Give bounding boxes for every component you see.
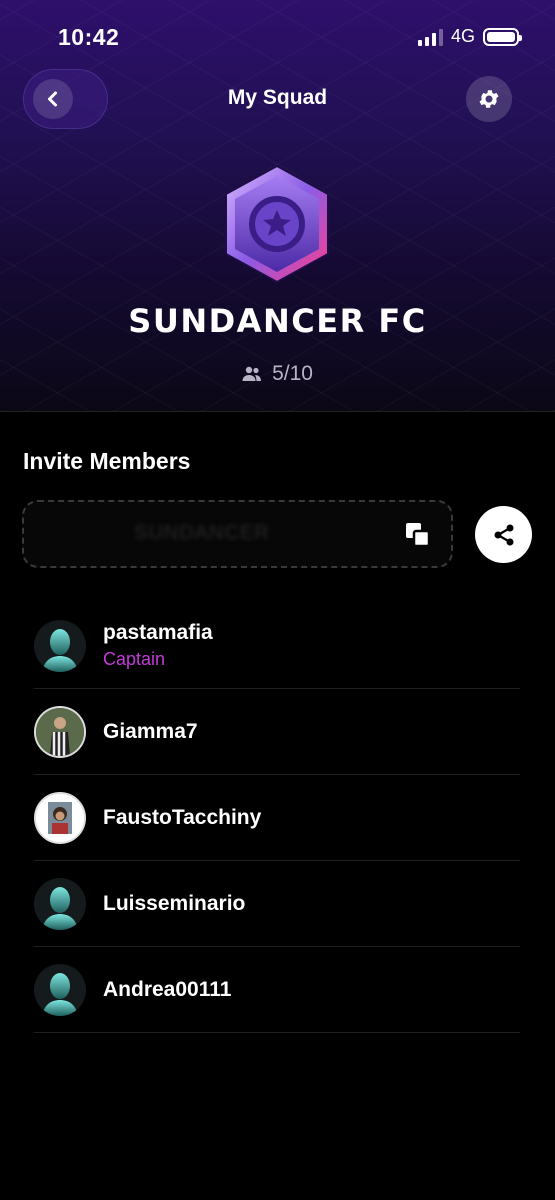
- gear-icon: [479, 90, 499, 108]
- member-count-value: 5/10: [272, 362, 313, 385]
- list-item[interactable]: Giamma7: [34, 689, 520, 775]
- list-item[interactable]: Andrea00111: [34, 947, 520, 1033]
- copy-icon[interactable]: [405, 522, 431, 548]
- member-name: FaustoTacchiny: [103, 805, 262, 829]
- default-avatar-icon: [42, 972, 78, 1016]
- member-name: Luisseminario: [103, 891, 246, 915]
- user-photo-icon: [36, 707, 84, 756]
- squad-name: SUNDANCER FC: [128, 302, 427, 340]
- share-button[interactable]: [475, 506, 532, 563]
- share-icon: [494, 524, 513, 545]
- battery-icon: [483, 27, 522, 46]
- default-avatar-icon: [42, 886, 78, 930]
- avatar: [34, 705, 86, 758]
- member-name: Giamma7: [103, 719, 198, 743]
- squad-header: 10:42 4G My Squad SUNDANCER FC 5/10: [0, 0, 555, 412]
- default-avatar-icon: [42, 628, 78, 672]
- list-item[interactable]: FaustoTacchiny: [34, 775, 520, 861]
- invite-code-field[interactable]: SUNDANCER: [22, 500, 453, 568]
- avatar: [34, 619, 86, 672]
- signal-icon: [417, 28, 443, 46]
- badge-icon: [225, 164, 329, 284]
- invite-heading: Invite Members: [23, 448, 191, 474]
- user-photo-icon: [36, 793, 84, 842]
- avatar: [34, 877, 86, 930]
- avatar: [34, 963, 86, 1016]
- member-name: Andrea00111: [103, 977, 232, 1001]
- member-count: 5/10: [0, 362, 555, 386]
- invite-code: SUNDANCER: [134, 522, 270, 544]
- network-type: 4G: [450, 26, 475, 46]
- status-indicators: 4G: [417, 26, 522, 47]
- members-list: pastamafia Captain Giamma7 FaustoTacchin…: [34, 603, 520, 1033]
- member-role-badge: Captain: [103, 649, 166, 669]
- people-icon: [242, 366, 262, 381]
- avatar: [34, 791, 86, 844]
- status-time: 10:42: [58, 24, 120, 50]
- member-name: pastamafia: [103, 621, 213, 644]
- list-item[interactable]: pastamafia Captain: [34, 603, 520, 689]
- settings-button[interactable]: [466, 76, 512, 122]
- list-item[interactable]: Luisseminario: [34, 861, 520, 947]
